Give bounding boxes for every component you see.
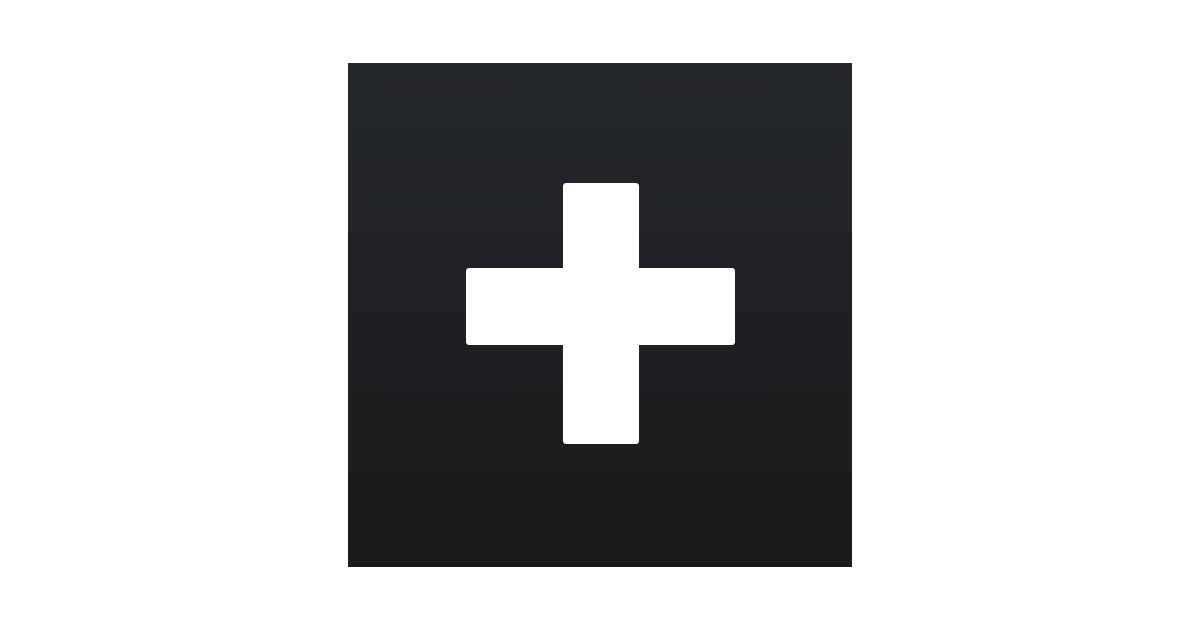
plus-horizontal-bar	[466, 268, 735, 345]
canvas	[0, 0, 1200, 630]
plus-icon	[466, 183, 735, 444]
app-icon-tile	[348, 63, 852, 567]
